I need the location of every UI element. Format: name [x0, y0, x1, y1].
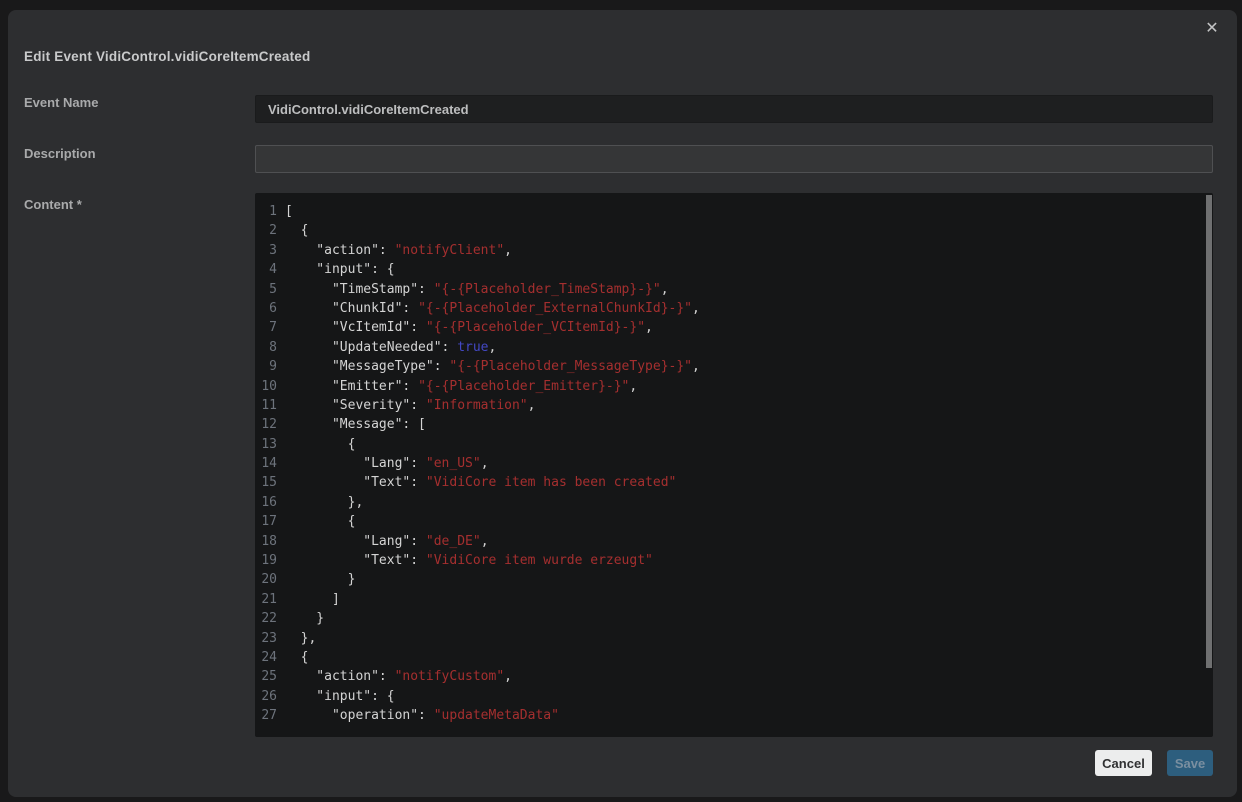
code-line: 25 "action": "notifyCustom", [255, 667, 1213, 686]
code-line: 7 "VcItemId": "{-{Placeholder_VCItemId}-… [255, 318, 1213, 337]
line-number: 9 [255, 357, 277, 376]
line-number: 20 [255, 570, 277, 589]
close-icon[interactable]: ✕ [1201, 18, 1223, 40]
line-number: 8 [255, 338, 277, 357]
line-number: 14 [255, 454, 277, 473]
code-line: 21 ] [255, 590, 1213, 609]
line-number: 3 [255, 241, 277, 260]
code-line: 4 "input": { [255, 260, 1213, 279]
code-line: 13 { [255, 435, 1213, 454]
content-code-editor[interactable]: 1[2 {3 "action": "notifyClient",4 "input… [255, 193, 1213, 737]
code-line: 26 "input": { [255, 687, 1213, 706]
editor-scrollbar-thumb[interactable] [1206, 195, 1212, 668]
code-line: 27 "operation": "updateMetaData" [255, 706, 1213, 725]
line-number: 6 [255, 299, 277, 318]
code-line: 15 "Text": "VidiCore item has been creat… [255, 473, 1213, 492]
line-number: 19 [255, 551, 277, 570]
line-number: 12 [255, 415, 277, 434]
line-number: 4 [255, 260, 277, 279]
code-line: 8 "UpdateNeeded": true, [255, 338, 1213, 357]
code-line: 6 "ChunkId": "{-{Placeholder_ExternalChu… [255, 299, 1213, 318]
code-line: 19 "Text": "VidiCore item wurde erzeugt" [255, 551, 1213, 570]
event-name-label: Event Name [24, 95, 98, 110]
code-line: 18 "Lang": "de_DE", [255, 532, 1213, 551]
code-line: 14 "Lang": "en_US", [255, 454, 1213, 473]
line-number: 24 [255, 648, 277, 667]
line-number: 27 [255, 706, 277, 725]
cancel-button[interactable]: Cancel [1095, 750, 1152, 776]
code-line: 12 "Message": [ [255, 415, 1213, 434]
line-number: 23 [255, 629, 277, 648]
code-line: 22 } [255, 609, 1213, 628]
line-number: 2 [255, 221, 277, 240]
code-line: 23 }, [255, 629, 1213, 648]
description-label: Description [24, 146, 96, 161]
line-number: 21 [255, 590, 277, 609]
description-input[interactable] [255, 145, 1213, 173]
line-number: 10 [255, 377, 277, 396]
content-label: Content * [24, 197, 82, 212]
line-number: 11 [255, 396, 277, 415]
save-button[interactable]: Save [1167, 750, 1213, 776]
code-line: 1[ [255, 202, 1213, 221]
line-number: 7 [255, 318, 277, 337]
code-line: 16 }, [255, 493, 1213, 512]
line-number: 1 [255, 202, 277, 221]
line-number: 15 [255, 473, 277, 492]
code-line: 2 { [255, 221, 1213, 240]
line-number: 5 [255, 280, 277, 299]
line-number: 16 [255, 493, 277, 512]
line-number: 22 [255, 609, 277, 628]
code-line: 9 "MessageType": "{-{Placeholder_Message… [255, 357, 1213, 376]
code-line: 11 "Severity": "Information", [255, 396, 1213, 415]
code-line: 10 "Emitter": "{-{Placeholder_Emitter}-}… [255, 377, 1213, 396]
code-line: 20 } [255, 570, 1213, 589]
line-number: 18 [255, 532, 277, 551]
code-line: 24 { [255, 648, 1213, 667]
dialog-title: Edit Event VidiControl.vidiCoreItemCreat… [24, 49, 310, 64]
event-name-input[interactable] [255, 95, 1213, 123]
code-line: 17 { [255, 512, 1213, 531]
edit-event-dialog: Edit Event VidiControl.vidiCoreItemCreat… [8, 10, 1237, 797]
line-number: 26 [255, 687, 277, 706]
code-line: 3 "action": "notifyClient", [255, 241, 1213, 260]
code-line: 5 "TimeStamp": "{-{Placeholder_TimeStamp… [255, 280, 1213, 299]
line-number: 17 [255, 512, 277, 531]
line-number: 25 [255, 667, 277, 686]
code-editor-lines: 1[2 {3 "action": "notifyClient",4 "input… [255, 193, 1213, 726]
line-number: 13 [255, 435, 277, 454]
